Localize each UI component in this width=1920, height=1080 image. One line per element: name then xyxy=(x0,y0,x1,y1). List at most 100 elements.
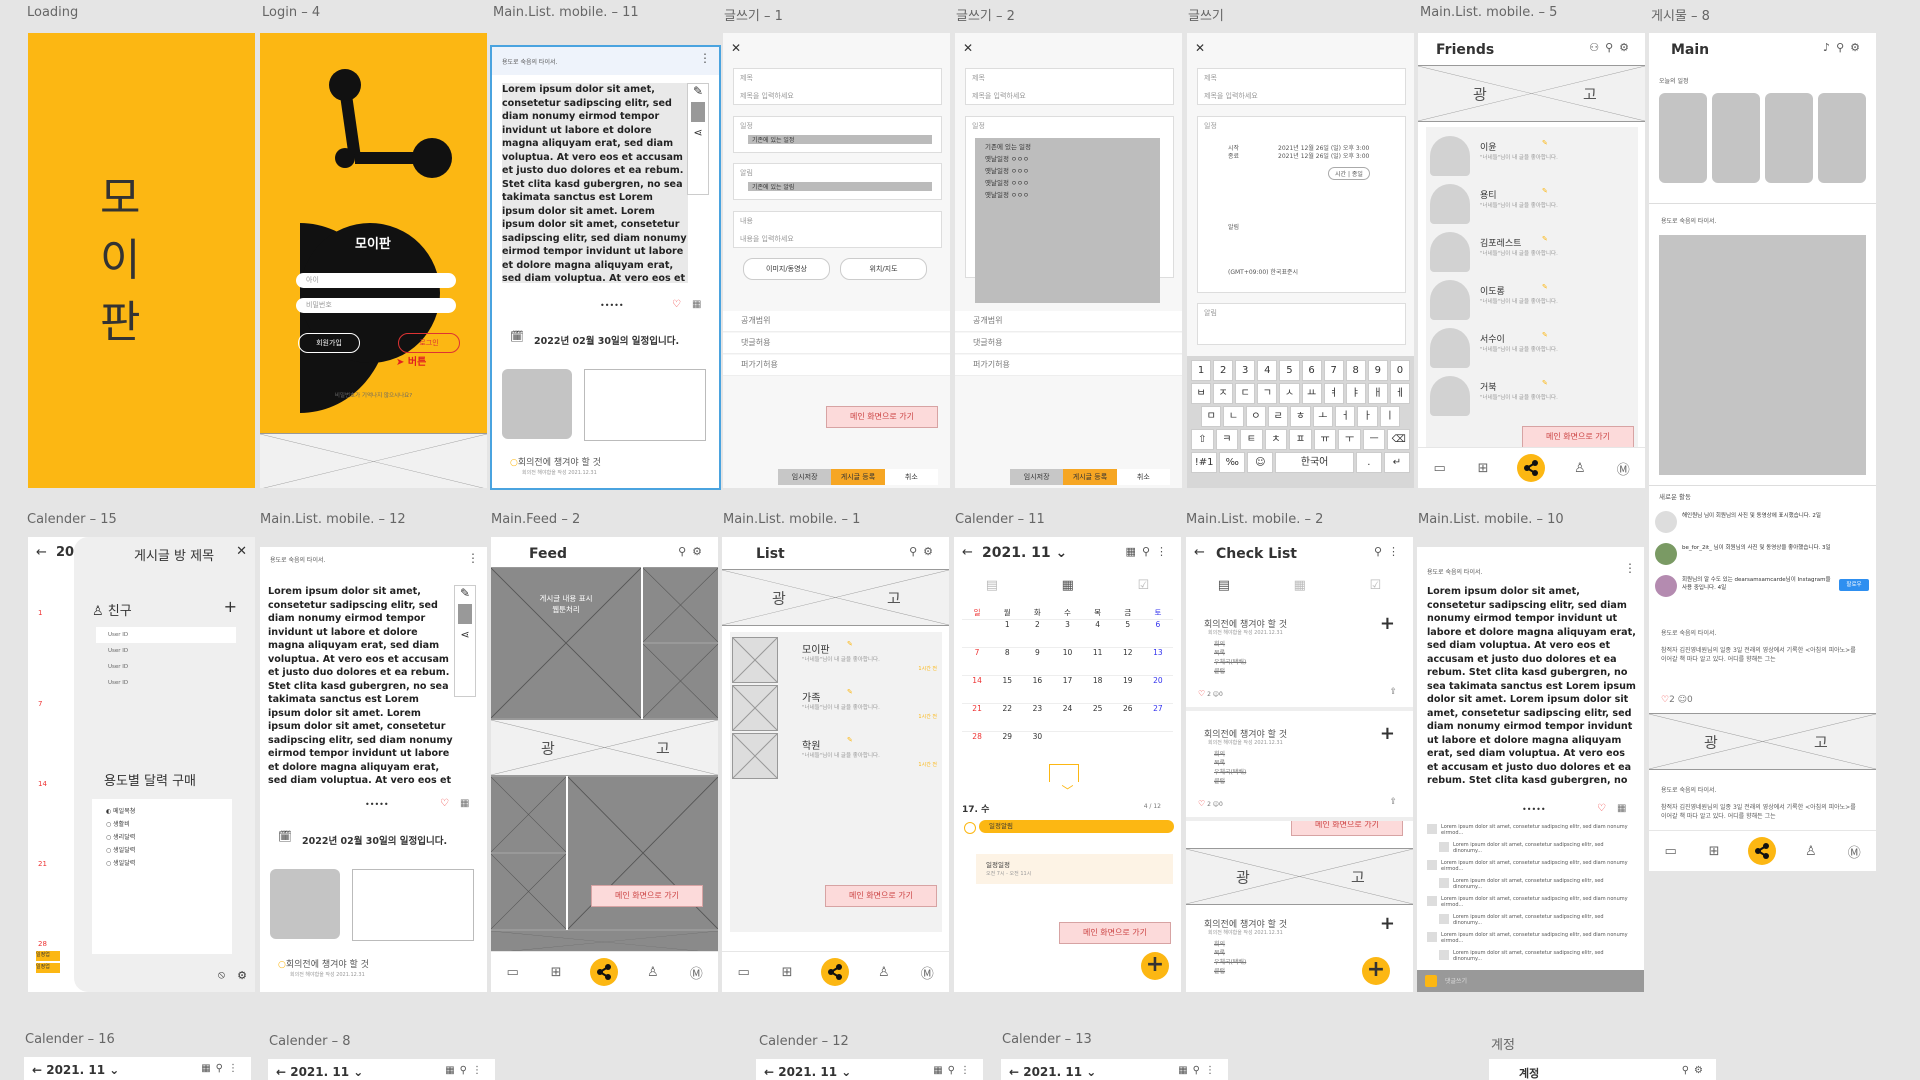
add-friend-button[interactable]: + xyxy=(224,597,237,616)
keyboard-row1[interactable]: ㅂㅈㄷㄱㅅㅛㅕㅑㅐㅔ xyxy=(1191,383,1410,404)
close-icon[interactable]: ✕ xyxy=(236,544,247,559)
go-main-button[interactable]: 메인 화면으로 가기 xyxy=(1522,426,1634,448)
friend-name[interactable]: 용티 xyxy=(1480,188,1497,201)
gear-icon[interactable]: ⚙ xyxy=(692,545,708,558)
title-field[interactable]: 제목 제목을 입력하세요 xyxy=(1197,68,1406,105)
add-item-button[interactable]: + xyxy=(1380,723,1395,744)
bell-icon[interactable]: ♪ xyxy=(1823,41,1836,54)
gear-icon[interactable]: ⚙ xyxy=(1619,41,1635,54)
calendar-day[interactable]: 23 xyxy=(1022,703,1053,731)
friend-name[interactable]: 서수이 xyxy=(1480,332,1505,345)
feed-tile[interactable] xyxy=(491,776,566,853)
friend-name[interactable]: 거북 xyxy=(1480,380,1497,393)
login-button[interactable]: 로그인 xyxy=(398,333,460,353)
gear-icon[interactable]: ⚙ xyxy=(237,969,247,982)
content-field[interactable]: 내용 내용을 입력하세요 xyxy=(733,211,942,248)
schedule-card[interactable] xyxy=(1712,93,1760,183)
draft-button[interactable]: 임시저장 xyxy=(778,469,832,485)
key[interactable]: ㅂ xyxy=(1191,383,1212,404)
key[interactable]: 3 xyxy=(1235,360,1256,381)
home-share-icon[interactable] xyxy=(1517,454,1546,482)
public-option[interactable]: 공개범위 xyxy=(955,311,1182,332)
check-card[interactable]: 회의전에 챙겨야 할 것 회의전 해야합을 작성 2021.12.31 + 회의 목록 우… xyxy=(1186,607,1413,711)
key[interactable]: ☺ xyxy=(1247,452,1274,473)
edit-icon[interactable]: ✎ xyxy=(847,736,853,744)
keyboard-numbers[interactable]: 1234567890 xyxy=(1191,360,1410,381)
month-label[interactable]: ← 2021. 11 ⌄ xyxy=(276,1065,363,1079)
key[interactable]: ㅋ xyxy=(1215,429,1239,450)
key[interactable]: ㅊ xyxy=(1264,429,1288,450)
close-icon[interactable]: ✕ xyxy=(731,41,741,55)
check-card[interactable]: 회의전에 챙겨야 할 것 회의전 해야합을 작성 2021.12.31 + 회의 목록 우… xyxy=(1186,907,1413,992)
schedule-card[interactable] xyxy=(1818,93,1866,183)
key[interactable]: 2 xyxy=(1213,360,1234,381)
calendar-day[interactable]: 10 xyxy=(1052,647,1083,675)
key[interactable]: ㅜ xyxy=(1338,429,1361,450)
calendar-day[interactable]: 11 xyxy=(1082,647,1113,675)
calendar-day[interactable]: 29 xyxy=(992,731,1023,759)
friend-name[interactable]: 이윤 xyxy=(1480,140,1497,153)
go-main-button[interactable]: 메인 화면으로 가기 xyxy=(825,885,937,907)
search-icon[interactable]: ⚲ xyxy=(1142,545,1156,558)
check-item[interactable]: 클럽 xyxy=(1214,776,1225,785)
friend-name[interactable]: 이도롱 xyxy=(1480,284,1505,297)
key[interactable]: ↵ xyxy=(1383,452,1410,473)
profile-icon[interactable]: ♙ xyxy=(875,963,893,981)
share-option[interactable]: 퍼가기허용 xyxy=(955,355,1182,376)
search-icon[interactable]: ⚲ xyxy=(909,545,923,558)
add-friend-icon[interactable]: ⚇ xyxy=(1589,41,1605,54)
schedule-dropdown[interactable]: 기존에 있는 일정 옛날일정 ㅇㅇㅇ 옛날일정 ㅇㅇㅇ 옛날일정 ㅇㅇㅇ 옛날일… xyxy=(975,138,1160,303)
back-arrow-icon[interactable]: ← xyxy=(962,545,973,560)
share-option[interactable]: 퍼가기허용 xyxy=(723,355,950,376)
search-icon[interactable]: ⚲ xyxy=(1605,41,1619,54)
image-button[interactable]: 이미지/동영상 xyxy=(743,258,830,280)
month-label[interactable]: ← 2021. 11 ⌄ xyxy=(1009,1065,1096,1079)
check-item[interactable]: 회의 xyxy=(1214,639,1225,648)
check-item[interactable]: 우체국(택배) xyxy=(1214,957,1246,966)
edit-icon[interactable]: ✎ xyxy=(1542,139,1548,147)
title-field[interactable]: 제목 제목을 입력하세요 xyxy=(965,68,1174,105)
cancel-button[interactable]: 취소 xyxy=(1116,469,1170,485)
profile-icon[interactable]: ♙ xyxy=(644,963,662,981)
calendar-day[interactable]: 19 xyxy=(1112,675,1143,703)
calendar-day[interactable] xyxy=(1142,731,1173,759)
more-icon[interactable]: ⋮ xyxy=(1156,545,1173,558)
delete-button[interactable] xyxy=(458,604,472,624)
more-menu-icon[interactable]: ⋮ xyxy=(467,551,479,565)
edit-icon[interactable]: ✎ xyxy=(847,688,853,696)
key[interactable]: 1 xyxy=(1191,360,1212,381)
add-event-fab[interactable]: + xyxy=(1141,952,1169,980)
collapse-chevron-icon[interactable]: ﹀ xyxy=(954,782,1181,799)
key[interactable]: 9 xyxy=(1367,360,1388,381)
calendar-day[interactable]: 2 xyxy=(1022,619,1053,647)
calendar-small-icon[interactable]: ▦ xyxy=(460,798,469,809)
chat-icon[interactable]: ▭ xyxy=(504,963,522,981)
id-input[interactable]: 아이 xyxy=(296,273,456,288)
calendar-day[interactable] xyxy=(962,619,993,647)
feed-tile[interactable] xyxy=(643,643,718,719)
schedule-select[interactable]: 일정 기존에 있는 일정 xyxy=(733,116,942,153)
schedule-card[interactable] xyxy=(1659,93,1707,183)
group-name[interactable]: 모이판 xyxy=(802,641,830,656)
key[interactable]: !#1 xyxy=(1191,452,1218,473)
time-toggle[interactable]: 시간 | 종일 xyxy=(1328,167,1370,180)
key[interactable]: ㅎ xyxy=(1290,406,1311,427)
edit-icon[interactable]: ✎ xyxy=(1542,331,1548,339)
event-card[interactable]: 일정일정 오전 7시 - 오전 11시 xyxy=(976,854,1173,884)
calendar-day[interactable]: 6 xyxy=(1142,619,1173,647)
draft-button[interactable]: 임시저장 xyxy=(1010,469,1064,485)
calendar-day[interactable]: 15 xyxy=(992,675,1023,703)
search-icon[interactable]: ⚲ xyxy=(1374,545,1388,558)
key[interactable]: ㅑ xyxy=(1345,383,1366,404)
password-input[interactable]: 비밀번호 xyxy=(296,298,456,313)
group-thumbnail[interactable] xyxy=(732,685,778,731)
keyboard-row2[interactable]: ㅁㄴㅇㄹㅎㅗㅓㅏㅣ xyxy=(1201,406,1400,427)
grid-icon[interactable]: ⊞ xyxy=(1705,842,1723,860)
public-option[interactable]: 공개범위 xyxy=(723,311,950,332)
month-label[interactable]: 2021. 11 ⌄ xyxy=(982,545,1067,561)
alarm-select[interactable]: 알림 기존에 있는 알림 xyxy=(733,163,942,200)
m-icon[interactable]: Ⓜ xyxy=(1845,842,1863,861)
calendar-day[interactable]: 7 xyxy=(962,647,993,675)
edit-icon[interactable]: ✎ xyxy=(847,640,853,648)
key[interactable]: ㅛ xyxy=(1301,383,1322,404)
